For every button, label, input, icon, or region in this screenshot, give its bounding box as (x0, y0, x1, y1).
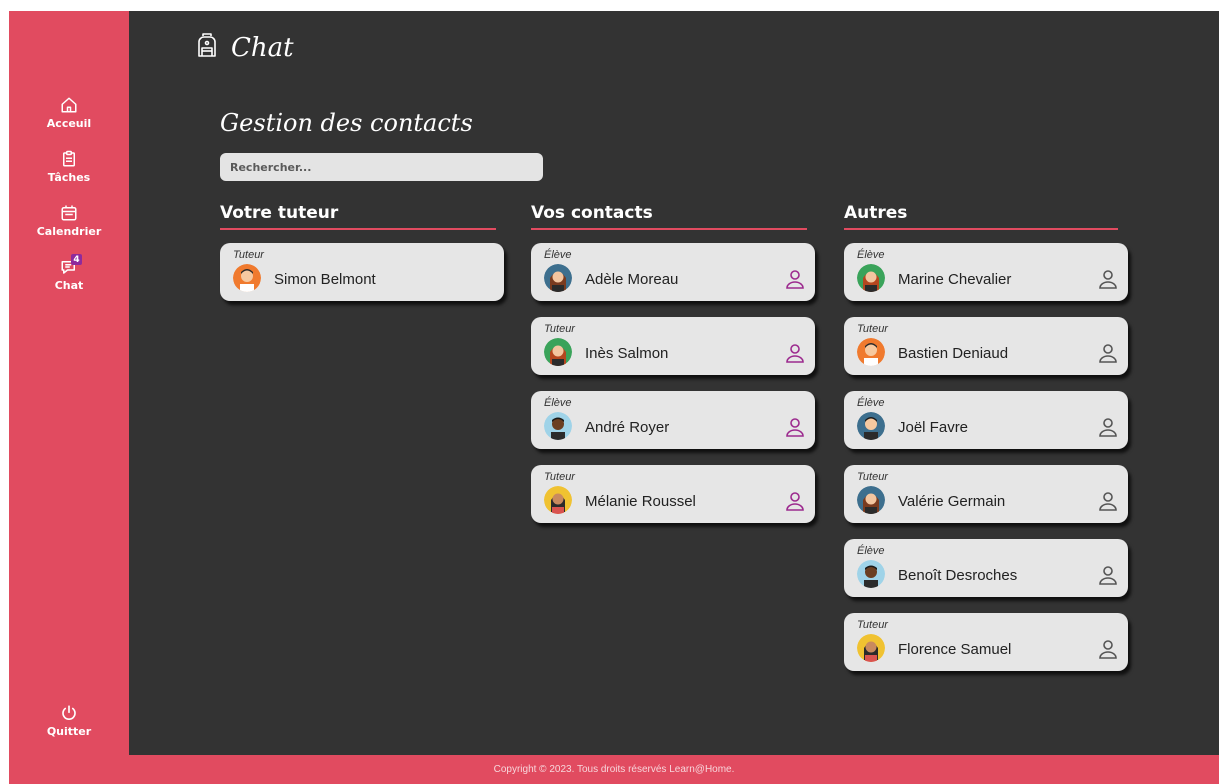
chat-badge: 4 (71, 254, 82, 265)
avatar (233, 264, 261, 292)
quit-label: Quitter (46, 725, 92, 738)
clipboard-icon (59, 149, 79, 169)
user-icon[interactable] (1098, 639, 1118, 659)
contact-card[interactable]: Élève André Royer (531, 391, 815, 449)
contact-card[interactable]: Tuteur Valérie Germain (844, 465, 1128, 523)
column-title-autres: Autres (844, 203, 908, 223)
user-icon[interactable] (1098, 343, 1118, 363)
contact-role: Tuteur (857, 619, 888, 631)
section-title: Gestion des contacts (220, 109, 473, 137)
user-icon[interactable] (1098, 269, 1118, 289)
contact-card[interactable]: Tuteur Inès Salmon (531, 317, 815, 375)
contact-card[interactable]: Tuteur Bastien Deniaud (844, 317, 1128, 375)
contact-role: Élève (857, 545, 885, 557)
quit-button[interactable]: Quitter (9, 703, 129, 738)
sidebar-item-taches[interactable]: Tâches (9, 149, 129, 184)
column-divider (844, 228, 1118, 230)
user-icon[interactable] (785, 491, 805, 511)
contact-card[interactable]: Élève Marine Chevalier (844, 243, 1128, 301)
page-title: Chat (231, 32, 294, 63)
contact-role: Élève (857, 249, 885, 261)
avatar (857, 486, 885, 514)
column-divider (220, 228, 496, 230)
contact-role: Tuteur (544, 471, 575, 483)
avatar (857, 412, 885, 440)
app-window: Acceuil Tâches Calendrier 4 Chat Quitter… (9, 11, 1219, 784)
contact-name: Bastien Deniaud (898, 345, 1009, 362)
chat-icon: 4 (59, 254, 82, 277)
contact-card[interactable]: Tuteur Mélanie Roussel (531, 465, 815, 523)
column-title-contacts: Vos contacts (531, 203, 653, 223)
avatar (544, 412, 572, 440)
avatar (544, 486, 572, 514)
avatar (544, 338, 572, 366)
contact-name: André Royer (585, 419, 670, 436)
user-icon[interactable] (785, 417, 805, 437)
avatar (857, 338, 885, 366)
contact-name: Inès Salmon (585, 345, 669, 362)
home-icon (59, 95, 79, 115)
user-icon[interactable] (1098, 417, 1118, 437)
contact-name: Benoît Desroches (898, 567, 1018, 584)
sidebar-item-label: Acceuil (46, 117, 92, 130)
contact-card[interactable]: Tuteur Florence Samuel (844, 613, 1128, 671)
contact-role: Élève (544, 397, 572, 409)
avatar (544, 264, 572, 292)
contact-role: Élève (544, 249, 572, 261)
sidebar: Acceuil Tâches Calendrier 4 Chat Quitter (9, 11, 129, 755)
contact-card[interactable]: Tuteur Simon Belmont (220, 243, 504, 301)
contact-name: Marine Chevalier (898, 271, 1012, 288)
sidebar-item-acceuil[interactable]: Acceuil (9, 95, 129, 130)
sidebar-item-label: Calendrier (36, 225, 102, 238)
app-header: Chat (195, 31, 294, 64)
avatar (857, 264, 885, 292)
user-icon[interactable] (785, 269, 805, 289)
backpack-icon (195, 31, 219, 64)
contact-role: Élève (857, 397, 885, 409)
contact-card[interactable]: Élève Benoît Desroches (844, 539, 1128, 597)
copyright-text: Copyright © 2023. Tous droits réservés L… (493, 764, 735, 775)
avatar (857, 634, 885, 662)
sidebar-item-chat[interactable]: 4 Chat (9, 254, 129, 292)
contact-card[interactable]: Élève Adèle Moreau (531, 243, 815, 301)
search-input[interactable] (220, 153, 543, 181)
contact-name: Adèle Moreau (585, 271, 679, 288)
contact-name: Mélanie Roussel (585, 493, 696, 510)
contact-card[interactable]: Élève Joël Favre (844, 391, 1128, 449)
user-icon[interactable] (1098, 565, 1118, 585)
contact-role: Tuteur (544, 323, 575, 335)
contact-role: Tuteur (233, 249, 264, 261)
user-icon[interactable] (785, 343, 805, 363)
contact-name: Valérie Germain (898, 493, 1006, 510)
sidebar-item-label: Tâches (47, 171, 91, 184)
calendar-icon (59, 203, 79, 223)
column-title-tuteur: Votre tuteur (220, 203, 339, 223)
contact-name: Joël Favre (898, 419, 969, 436)
contact-role: Tuteur (857, 323, 888, 335)
contact-name: Simon Belmont (274, 271, 376, 288)
sidebar-item-label: Chat (54, 279, 84, 292)
power-icon (59, 703, 79, 723)
column-divider (531, 228, 807, 230)
sidebar-item-calendrier[interactable]: Calendrier (9, 203, 129, 238)
avatar (857, 560, 885, 588)
contact-role: Tuteur (857, 471, 888, 483)
user-icon[interactable] (1098, 491, 1118, 511)
footer: Copyright © 2023. Tous droits réservés L… (9, 755, 1219, 784)
contact-name: Florence Samuel (898, 641, 1012, 658)
